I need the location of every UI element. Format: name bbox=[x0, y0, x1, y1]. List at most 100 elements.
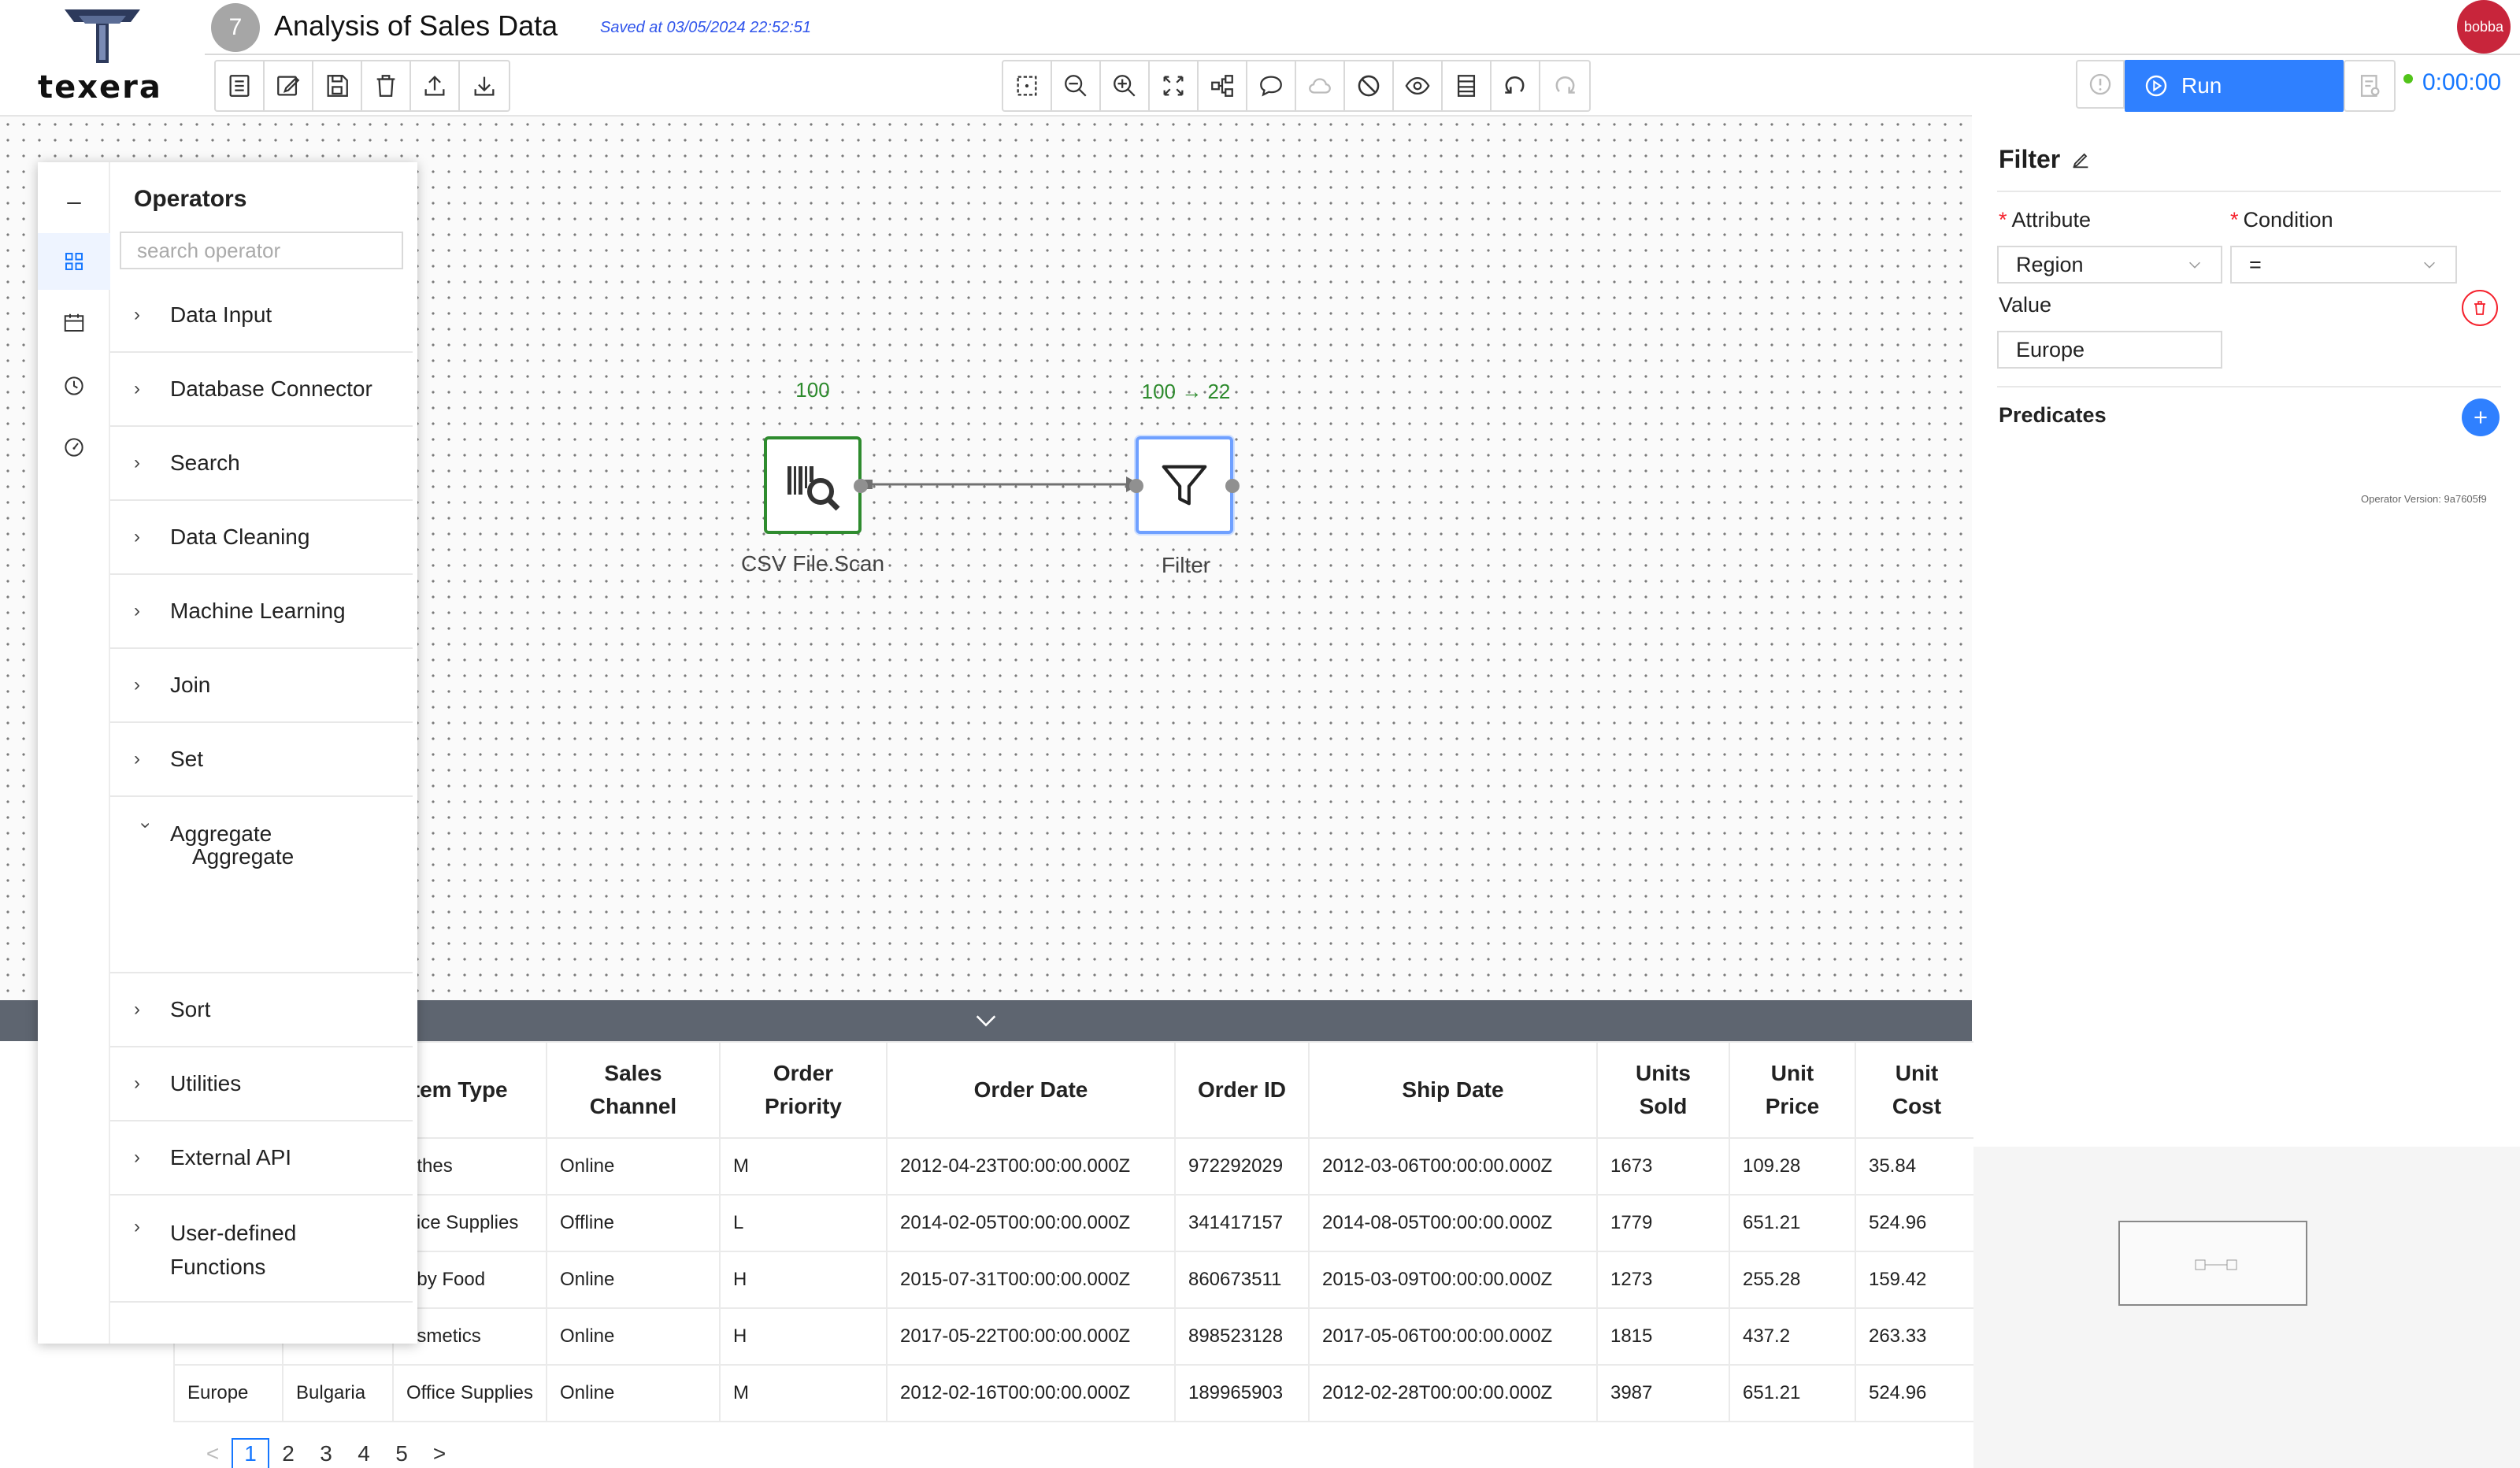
condition-label: * Condition bbox=[2230, 208, 2333, 232]
page-3[interactable]: 3 bbox=[307, 1438, 345, 1468]
column-header-unit-cost[interactable]: Unit Cost bbox=[1854, 1041, 1979, 1139]
auto-layout-button[interactable] bbox=[1199, 61, 1247, 110]
category-database-connector[interactable]: › Database Connector bbox=[110, 353, 413, 427]
workflow-title[interactable]: Analysis of Sales Data bbox=[274, 9, 558, 43]
report-button[interactable] bbox=[2345, 61, 2394, 110]
column-header-ship-date[interactable]: Ship Date bbox=[1307, 1041, 1598, 1139]
table-cell: 972292029 bbox=[1173, 1137, 1310, 1196]
scan-output-port[interactable] bbox=[854, 479, 868, 493]
download-button[interactable] bbox=[460, 61, 509, 110]
add-predicate-button[interactable] bbox=[2462, 399, 2500, 436]
saved-status: Saved at 03/05/2024 22:52:51 bbox=[600, 19, 812, 36]
table-row[interactable]: aby Food Online H 2015-07-31T00:00:00.000Z 8… bbox=[173, 1251, 1979, 1309]
error-info-button[interactable] bbox=[2076, 60, 2125, 109]
user-avatar[interactable]: bobba bbox=[2457, 0, 2511, 54]
category-machine-learning[interactable]: › Machine Learning bbox=[110, 575, 413, 649]
save-button[interactable] bbox=[313, 61, 362, 110]
list-button[interactable] bbox=[216, 61, 265, 110]
page-5[interactable]: 5 bbox=[383, 1438, 421, 1468]
download-icon bbox=[474, 76, 495, 96]
category-external-api[interactable]: › External API bbox=[110, 1121, 413, 1196]
aggregate-operator-item[interactable]: Aggregate bbox=[110, 844, 413, 973]
table-cell: Online bbox=[545, 1137, 721, 1196]
attribute-select[interactable]: Region bbox=[1997, 246, 2222, 284]
table-cell: L bbox=[718, 1194, 888, 1252]
edit-button[interactable] bbox=[265, 61, 313, 110]
table-cell: 2015-03-09T00:00:00.000Z bbox=[1307, 1251, 1598, 1309]
select-button[interactable] bbox=[1003, 61, 1052, 110]
table-cell: 109.28 bbox=[1728, 1137, 1856, 1196]
select-icon bbox=[1017, 76, 1037, 96]
table-cell: 2012-02-16T00:00:00.000Z bbox=[885, 1364, 1176, 1422]
edit-name-icon[interactable] bbox=[2070, 149, 2092, 171]
category-label: Machine Learning bbox=[170, 599, 346, 623]
category-join[interactable]: › Join bbox=[110, 649, 413, 723]
category-search[interactable]: › Search bbox=[110, 427, 413, 501]
table-row[interactable]: ffice Supplies Offline L 2014-02-05T00:00:0… bbox=[173, 1194, 1979, 1252]
disable-icon bbox=[1358, 75, 1380, 97]
operators-tab[interactable] bbox=[38, 233, 110, 290]
category-sort[interactable]: › Sort bbox=[110, 973, 413, 1047]
table-cell: Bulgaria bbox=[282, 1364, 394, 1422]
category-data-input[interactable]: › Data Input bbox=[110, 279, 413, 353]
minimap[interactable] bbox=[2118, 1221, 2307, 1306]
pagination-prev[interactable]: < bbox=[194, 1438, 232, 1468]
redo-button[interactable] bbox=[1540, 61, 1589, 110]
upload-button[interactable] bbox=[411, 61, 460, 110]
cache-table-button[interactable] bbox=[1443, 61, 1492, 110]
undo-button[interactable] bbox=[1492, 61, 1540, 110]
view-button[interactable] bbox=[1394, 61, 1443, 110]
collapse-panel-button[interactable] bbox=[38, 175, 110, 232]
operator-link[interactable] bbox=[858, 465, 1142, 504]
minus-icon bbox=[67, 202, 81, 204]
value-input[interactable]: Europe bbox=[1997, 331, 2222, 369]
fit-screen-button[interactable] bbox=[1150, 61, 1199, 110]
table-row[interactable]: osmetics Online H 2017-05-22T00:00:00.000Z 8… bbox=[173, 1307, 1979, 1366]
table-cell: 263.33 bbox=[1854, 1307, 1979, 1366]
table-cell: 1673 bbox=[1595, 1137, 1730, 1196]
page-2[interactable]: 2 bbox=[269, 1438, 307, 1468]
category-data-cleaning[interactable]: › Data Cleaning bbox=[110, 501, 413, 575]
filter-input-port[interactable] bbox=[1129, 479, 1143, 493]
operator-search-input[interactable] bbox=[120, 232, 403, 269]
dashboard-tab[interactable] bbox=[38, 419, 110, 476]
table-cell: Online bbox=[545, 1364, 721, 1422]
table-row[interactable]: othes Online M 2012-04-23T00:00:00.000Z 9722… bbox=[173, 1137, 1979, 1196]
csv-file-scan-operator[interactable] bbox=[764, 436, 868, 534]
column-header-order-id[interactable]: Order ID bbox=[1173, 1041, 1310, 1139]
comment-button[interactable] bbox=[1247, 61, 1296, 110]
result-table-header: Item Type Sales Channel Order Priority O… bbox=[173, 1041, 1979, 1139]
delete-button[interactable] bbox=[362, 61, 411, 110]
column-header-order-date[interactable]: Order Date bbox=[885, 1041, 1176, 1139]
delete-icon bbox=[376, 75, 395, 97]
column-header-sales-channel[interactable]: Sales Channel bbox=[545, 1041, 721, 1139]
filter-operator[interactable] bbox=[1129, 436, 1240, 534]
category-label: Utilities bbox=[170, 1071, 242, 1095]
page-1[interactable]: 1 bbox=[232, 1438, 269, 1468]
table-row[interactable]: Europe Bulgaria Office Supplies Online M 2012… bbox=[173, 1364, 1979, 1422]
column-header-units-sold[interactable]: Units Sold bbox=[1595, 1041, 1730, 1139]
report-toolbar bbox=[2344, 60, 2396, 112]
column-header-order-priority[interactable]: Order Priority bbox=[718, 1041, 888, 1139]
table-cell: H bbox=[718, 1251, 888, 1309]
zoom-in-button[interactable] bbox=[1101, 61, 1150, 110]
filter-output-port[interactable] bbox=[1225, 479, 1240, 493]
category-user-defined-functions[interactable]: › User-defined Functions bbox=[110, 1196, 413, 1303]
condition-select[interactable]: = bbox=[2230, 246, 2457, 284]
delete-predicate-button[interactable] bbox=[2462, 290, 2498, 326]
schedule-tab[interactable] bbox=[38, 295, 110, 351]
history-tab[interactable] bbox=[38, 358, 110, 414]
category-utilities[interactable]: › Utilities bbox=[110, 1047, 413, 1121]
property-divider bbox=[1997, 191, 2501, 192]
cloud-button[interactable] bbox=[1296, 61, 1345, 110]
run-button[interactable]: Run bbox=[2125, 60, 2344, 112]
page-4[interactable]: 4 bbox=[345, 1438, 383, 1468]
column-header-unit-price[interactable]: Unit Price bbox=[1728, 1041, 1856, 1139]
category-set[interactable]: › Set bbox=[110, 723, 413, 797]
zoom-in-icon bbox=[1114, 75, 1136, 97]
gauge-icon bbox=[65, 438, 83, 457]
zoom-out-button[interactable] bbox=[1052, 61, 1101, 110]
disable-button[interactable] bbox=[1345, 61, 1394, 110]
pagination-next[interactable]: > bbox=[421, 1438, 458, 1468]
chevron-right-icon: › bbox=[134, 600, 140, 621]
